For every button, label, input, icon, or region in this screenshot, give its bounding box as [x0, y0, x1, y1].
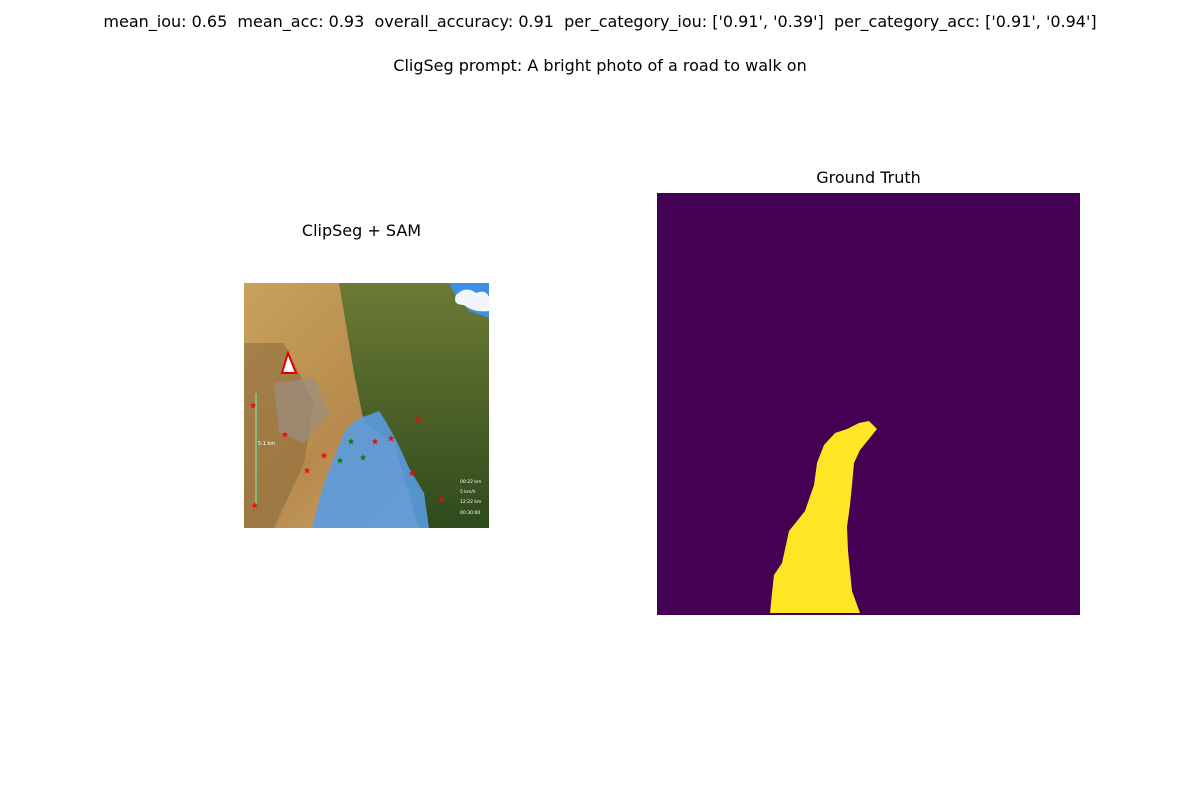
negative-point-star: ★ — [320, 452, 328, 462]
positive-point-star: ★ — [336, 457, 344, 467]
metrics-summary: mean_iou: 0.65 mean_acc: 0.93 overall_ac… — [103, 12, 1097, 31]
distance-marker-label: 5.1 km — [258, 441, 275, 447]
prompt-text: CligSeg prompt: A bright photo of a road… — [393, 56, 807, 75]
stat-line: 12:22 km — [460, 499, 481, 505]
prediction-overlay-image: 5.1 km 00:22 km 5 km/h 12:22 km 00:30:00… — [244, 283, 489, 528]
prediction-panel-title: ClipSeg + SAM — [301, 221, 422, 240]
negative-point-star: ★ — [371, 438, 379, 448]
negative-point-star: ★ — [251, 502, 259, 512]
ground-truth-mask-image — [657, 193, 1080, 615]
negative-point-star: ★ — [281, 431, 289, 441]
stat-line: 5 km/h — [460, 489, 476, 495]
negative-point-star: ★ — [303, 467, 311, 477]
positive-point-star: ★ — [347, 438, 355, 448]
negative-point-star: ★ — [414, 416, 422, 426]
negative-point-star: ★ — [437, 496, 445, 506]
negative-point-star: ★ — [249, 402, 257, 412]
negative-point-star: ★ — [387, 435, 395, 445]
positive-point-star: ★ — [359, 454, 367, 464]
negative-point-star: ★ — [408, 470, 416, 480]
stat-line: 00:30:00 — [460, 510, 480, 516]
ground-truth-panel-title: Ground Truth — [816, 168, 921, 187]
background-class-region — [657, 193, 1080, 615]
stat-line: 00:22 km — [460, 479, 481, 485]
